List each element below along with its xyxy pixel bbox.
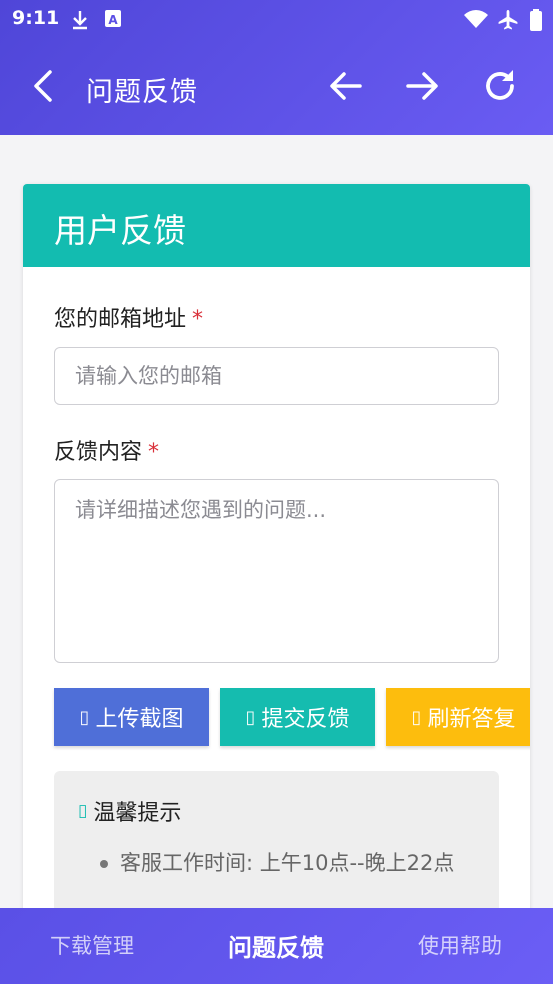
status-time: 9:11: [12, 7, 60, 29]
submit-feedback-button[interactable]: ▯ 提交反馈: [220, 688, 375, 746]
tips-title: 温馨提示: [93, 801, 182, 826]
nav-item-feedback[interactable]: 问题反馈: [228, 928, 324, 963]
nav-item-download-manager[interactable]: 下载管理: [50, 930, 134, 960]
airplane-icon: [497, 9, 519, 35]
battery-icon: [530, 9, 542, 35]
feedback-card: 用户反馈 您的邮箱地址* 反馈内容* ▯ 上传截图 ▯ 提交反馈 ▯ 刷新答复: [23, 184, 530, 944]
refresh-icon: ▯: [411, 706, 422, 728]
app-bar: 问题反馈: [0, 52, 553, 124]
upload-button-label: 上传截图: [95, 707, 184, 732]
refresh-button-label: 刷新答复: [427, 707, 516, 732]
required-mark: *: [192, 307, 204, 332]
tips-list: 客服工作时间: 上午10点--晚上22点: [100, 845, 480, 881]
bottom-nav: 下载管理 问题反馈 使用帮助: [0, 908, 553, 984]
required-mark: *: [148, 440, 160, 465]
list-item: 客服工作时间: 上午10点--晚上22点: [100, 845, 480, 881]
content-label: 反馈内容 *: [54, 434, 159, 466]
svg-text:A: A: [108, 13, 118, 27]
content-textarea[interactable]: [55, 480, 498, 662]
card-header: 用户反馈: [23, 184, 530, 267]
download-icon: [70, 9, 90, 35]
page-title: 问题反馈: [86, 77, 198, 108]
feedback-screen: 9:11 A 问题反馈 用户反馈 您的邮箱地址 * 请输入您的邮箱 反馈内容 *…: [0, 0, 553, 984]
card-title: 用户反馈: [54, 211, 186, 250]
arrow-right-icon[interactable]: [400, 64, 444, 108]
refresh-reply-button[interactable]: ▯ 刷新答复: [386, 688, 530, 746]
content-label-text: 反馈内容: [54, 440, 143, 465]
submit-button-label: 提交反馈: [261, 707, 350, 732]
upload-icon: ▯: [79, 706, 90, 728]
upload-screenshot-button[interactable]: ▯ 上传截图: [54, 688, 209, 746]
top-bar: 9:11 A 问题反馈: [0, 0, 553, 135]
tips-header: ▯ 温馨提示: [78, 795, 181, 827]
status-bar: 9:11 A: [0, 0, 553, 38]
email-field-box: [54, 347, 499, 405]
nav-item-help[interactable]: 使用帮助: [418, 930, 502, 960]
wifi-icon: [463, 9, 489, 33]
email-field[interactable]: [55, 348, 498, 404]
arrow-left-icon[interactable]: [324, 64, 368, 108]
email-label-text: 您的邮箱地址: [54, 307, 187, 332]
info-icon: ▯: [78, 801, 88, 821]
send-icon: ▯: [245, 706, 256, 728]
content-field-box: [54, 479, 499, 663]
reload-icon[interactable]: [478, 64, 522, 108]
back-icon[interactable]: [26, 64, 62, 108]
text-app-icon: A: [104, 9, 122, 33]
email-label: 您的邮箱地址 *: [54, 301, 203, 333]
